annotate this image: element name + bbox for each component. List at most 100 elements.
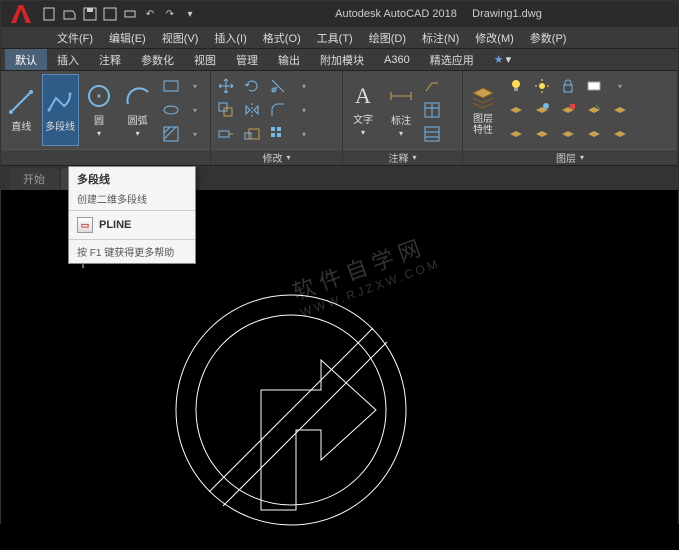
qat-saveas-icon[interactable]	[101, 5, 119, 23]
layer-tool-icon[interactable]	[557, 123, 579, 145]
menu-draw[interactable]: 绘图(D)	[361, 27, 414, 48]
panel-annotation-title[interactable]: 注释▾	[343, 149, 462, 165]
text-label: 文字	[353, 111, 373, 126]
line-icon	[7, 88, 35, 116]
qat-dropdown-icon[interactable]: ▾	[181, 5, 199, 23]
dimension-icon	[387, 82, 415, 110]
menu-file[interactable]: 文件(F)	[49, 27, 101, 48]
qat-redo-icon[interactable]: ↷	[161, 5, 179, 23]
ribbon-tab-extra[interactable]: ★▾	[484, 49, 521, 70]
quick-access-toolbar: ↶ ↷ ▾	[41, 5, 199, 23]
ribbon-tab-annotate[interactable]: 注释	[89, 49, 131, 70]
bulb-icon[interactable]	[505, 75, 527, 97]
ribbon-tab-insert[interactable]: 插入	[47, 49, 89, 70]
menu-dimension[interactable]: 标注(N)	[414, 27, 467, 48]
layer-swatch-icon[interactable]	[583, 75, 605, 97]
menu-modify[interactable]: 修改(M)	[467, 27, 522, 48]
ribbon-tabs: 默认 插入 注释 参数化 视图 管理 输出 附加模块 A360 精选应用 ★▾	[1, 49, 678, 71]
menu-insert[interactable]: 插入(I)	[206, 27, 254, 48]
tooltip-subtitle: 创建二维多段线	[69, 191, 195, 211]
layer-tool-icon[interactable]	[505, 99, 527, 121]
ribbon-tab-parametric[interactable]: 参数化	[131, 49, 184, 70]
fillet-icon[interactable]	[267, 99, 289, 121]
dropdown-icon[interactable]: ▾	[184, 123, 206, 145]
dropdown-icon[interactable]: ▾	[293, 75, 315, 97]
dropdown-icon[interactable]: ▾	[293, 123, 315, 145]
tooltip-title: 多段线	[69, 167, 195, 191]
menu-edit[interactable]: 编辑(E)	[101, 27, 154, 48]
polyline-button[interactable]: 多段线	[42, 74, 79, 146]
layer-tool-icon[interactable]	[531, 99, 553, 121]
layer-tool-icon[interactable]	[531, 123, 553, 145]
layer-properties-button[interactable]: 图层 特性	[465, 74, 501, 146]
table2-icon[interactable]	[421, 123, 443, 145]
drawing-content	[151, 270, 431, 550]
sun-icon[interactable]	[531, 75, 553, 97]
ribbon: 直线 多段线 圆 ▾ 圆弧 ▾ ▾ ▾ ▾	[1, 71, 678, 166]
arc-button[interactable]: 圆弧 ▾	[119, 74, 156, 146]
dropdown-icon[interactable]: ▾	[609, 75, 631, 97]
panel-modify: ▾ ▾ ▾ 修改▾	[211, 71, 343, 165]
layer-tool-icon[interactable]	[583, 123, 605, 145]
trim-icon[interactable]	[267, 75, 289, 97]
copy-icon[interactable]	[215, 99, 237, 121]
app-logo[interactable]	[5, 2, 37, 26]
array-icon[interactable]	[267, 123, 289, 145]
layer-tool-icon[interactable]	[609, 123, 631, 145]
panel-layers: 图层 特性 ▾ 图层▾	[463, 71, 678, 165]
ribbon-tab-default[interactable]: 默认	[5, 49, 47, 70]
dropdown-icon[interactable]: ▾	[293, 99, 315, 121]
lock-icon[interactable]	[557, 75, 579, 97]
stretch-icon[interactable]	[215, 123, 237, 145]
rotate-icon[interactable]	[241, 75, 263, 97]
menu-view[interactable]: 视图(V)	[154, 27, 207, 48]
menu-parametric[interactable]: 参数(P)	[522, 27, 575, 48]
layers-icon	[469, 84, 497, 112]
ellipse-icon[interactable]	[160, 99, 182, 121]
menubar: 文件(F) 编辑(E) 视图(V) 插入(I) 格式(O) 工具(T) 绘图(D…	[1, 27, 678, 49]
layer-tool-icon[interactable]	[609, 99, 631, 121]
table-icon[interactable]	[421, 99, 443, 121]
panel-layers-title[interactable]: 图层▾	[463, 149, 677, 165]
command-icon: ▭	[77, 217, 93, 233]
panel-modify-title[interactable]: 修改▾	[211, 149, 342, 165]
menu-format[interactable]: 格式(O)	[255, 27, 309, 48]
circle-label: 圆	[94, 112, 104, 127]
ribbon-tab-view[interactable]: 视图	[184, 49, 226, 70]
qat-new-icon[interactable]	[41, 5, 59, 23]
ribbon-tab-addins[interactable]: 附加模块	[310, 49, 374, 70]
move-icon[interactable]	[215, 75, 237, 97]
dimension-button[interactable]: 标注 ▾	[383, 74, 419, 146]
hatch-icon[interactable]	[160, 123, 182, 145]
circle-button[interactable]: 圆 ▾	[81, 74, 118, 146]
text-button[interactable]: A 文字 ▾	[345, 74, 381, 146]
rectangle-icon[interactable]	[160, 75, 182, 97]
scale-icon[interactable]	[241, 123, 263, 145]
qat-save-icon[interactable]	[81, 5, 99, 23]
menu-tools[interactable]: 工具(T)	[309, 27, 361, 48]
qat-plot-icon[interactable]	[121, 5, 139, 23]
layer-tool-icon[interactable]	[505, 123, 527, 145]
mirror-icon[interactable]	[241, 99, 263, 121]
panel-draw-title[interactable]	[1, 149, 210, 165]
ribbon-tab-a360[interactable]: A360	[374, 49, 420, 70]
qat-open-icon[interactable]	[61, 5, 79, 23]
dropdown-icon[interactable]: ▾	[184, 99, 206, 121]
tooltip-help: 按 F1 键获得更多帮助	[69, 239, 195, 263]
dropdown-icon[interactable]: ▾	[184, 75, 206, 97]
file-name: Drawing1.dwg	[472, 8, 542, 20]
tooltip-command: ▭ PLINE	[69, 211, 195, 239]
arc-label: 圆弧	[128, 112, 148, 127]
doc-tab-start[interactable]: 开始	[9, 168, 59, 190]
qat-undo-icon[interactable]: ↶	[141, 5, 159, 23]
app-name: Autodesk AutoCAD 2018	[335, 8, 457, 20]
ribbon-tab-manage[interactable]: 管理	[226, 49, 268, 70]
layer-tool-icon[interactable]	[583, 99, 605, 121]
arc-icon	[124, 82, 152, 110]
leader-icon[interactable]	[421, 75, 443, 97]
ribbon-tab-output[interactable]: 输出	[268, 49, 310, 70]
circle-icon	[85, 82, 113, 110]
ribbon-tab-featured[interactable]: 精选应用	[420, 49, 484, 70]
layer-tool-icon[interactable]	[557, 99, 579, 121]
line-button[interactable]: 直线	[3, 74, 40, 146]
